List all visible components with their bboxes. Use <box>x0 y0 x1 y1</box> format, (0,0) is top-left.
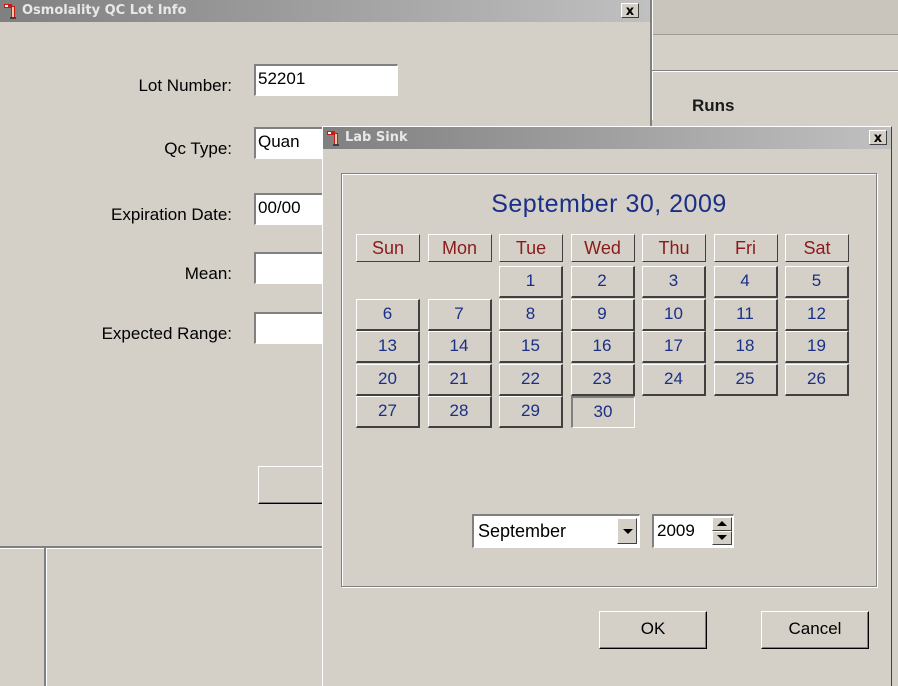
day-header-thu: Thu <box>642 234 706 262</box>
day-cell-2[interactable]: 2 <box>570 266 635 298</box>
expected-range-label: Expected Range: <box>101 324 232 343</box>
day-cell-30[interactable]: 30 <box>570 396 635 428</box>
day-cell-18[interactable]: 18 <box>713 331 778 363</box>
calendar-frame: September 30, 2009 Sun Mon Tue Wed Thu Fri Sat… <box>341 173 877 587</box>
day-cell-20[interactable]: 20 <box>356 363 420 396</box>
runs-label: Runs <box>692 96 735 115</box>
day-header-mon: Mon <box>427 234 492 262</box>
background-separator <box>652 70 898 71</box>
day-cell-13[interactable]: 13 <box>356 331 420 363</box>
spin-up-icon[interactable] <box>712 517 732 531</box>
month-select[interactable]: September <box>472 514 640 548</box>
day-cell-5[interactable]: 5 <box>785 266 849 298</box>
lab-sink-dialog: Lab Sink x September 30, 2009 Sun Mon Tue W… <box>322 126 892 686</box>
day-cell-29[interactable]: 29 <box>499 396 563 428</box>
magnet-icon <box>4 4 16 19</box>
expiration-date-label: Expiration Date: <box>111 205 232 224</box>
lot-info-title: Osmolality QC Lot Info <box>22 3 187 18</box>
day-cell-4[interactable]: 4 <box>713 266 778 298</box>
month-select-value: September <box>478 521 567 541</box>
day-cell-19[interactable]: 19 <box>785 331 849 363</box>
chevron-down-icon[interactable] <box>617 518 637 544</box>
day-cell-9[interactable]: 9 <box>570 298 635 331</box>
calendar-current-date: September 30, 2009 <box>491 190 727 218</box>
spin-down-icon[interactable] <box>712 531 732 545</box>
lot-number-label: Lot Number: <box>138 76 232 95</box>
day-cell-15[interactable]: 15 <box>499 331 563 363</box>
day-cell-3[interactable]: 3 <box>642 266 706 298</box>
day-cell-7[interactable]: 7 <box>427 298 492 331</box>
mean-label: Mean: <box>184 264 232 283</box>
day-header-wed: Wed <box>570 234 635 262</box>
day-cell-10[interactable]: 10 <box>642 298 706 331</box>
background-toolbar <box>650 0 898 35</box>
day-cell-22[interactable]: 22 <box>499 363 563 396</box>
day-cell-24[interactable]: 24 <box>642 363 706 396</box>
day-cell-27[interactable]: 27 <box>356 396 420 428</box>
lower-divider <box>44 548 47 686</box>
day-header-sat: Sat <box>785 234 849 262</box>
lab-sink-titlebar[interactable]: Lab Sink x <box>323 127 891 149</box>
day-header-sun: Sun <box>356 234 420 262</box>
lot-info-titlebar[interactable]: Osmolality QC Lot Info x <box>0 0 650 22</box>
year-spinner-value: 2009 <box>657 521 695 540</box>
day-cell-23[interactable]: 23 <box>570 363 635 396</box>
day-cell-6[interactable]: 6 <box>356 298 420 331</box>
close-icon[interactable]: x <box>621 3 639 19</box>
day-cell-28[interactable]: 28 <box>427 396 492 428</box>
day-cell-11[interactable]: 11 <box>713 298 778 331</box>
day-cell-25[interactable]: 25 <box>713 363 778 396</box>
day-cell-16[interactable]: 16 <box>570 331 635 363</box>
lot-number-field[interactable]: 52201 <box>254 64 398 96</box>
day-cell-12[interactable]: 12 <box>785 298 849 331</box>
day-header-fri: Fri <box>713 234 778 262</box>
ok-button[interactable]: OK <box>599 611 707 649</box>
day-cell-8[interactable]: 8 <box>499 298 563 331</box>
day-cell-26[interactable]: 26 <box>785 363 849 396</box>
day-cell-21[interactable]: 21 <box>427 363 492 396</box>
day-cell-1[interactable]: 1 <box>499 266 563 298</box>
lab-sink-title: Lab Sink <box>345 130 408 145</box>
year-spinner[interactable]: 2009 <box>652 514 734 548</box>
close-icon[interactable]: x <box>869 130 887 146</box>
cancel-button[interactable]: Cancel <box>761 611 869 649</box>
day-cell-17[interactable]: 17 <box>642 331 706 363</box>
day-header-tue: Tue <box>499 234 563 262</box>
qc-type-label: Qc Type: <box>164 139 232 158</box>
day-cell-14[interactable]: 14 <box>427 331 492 363</box>
magnet-icon <box>327 131 339 146</box>
